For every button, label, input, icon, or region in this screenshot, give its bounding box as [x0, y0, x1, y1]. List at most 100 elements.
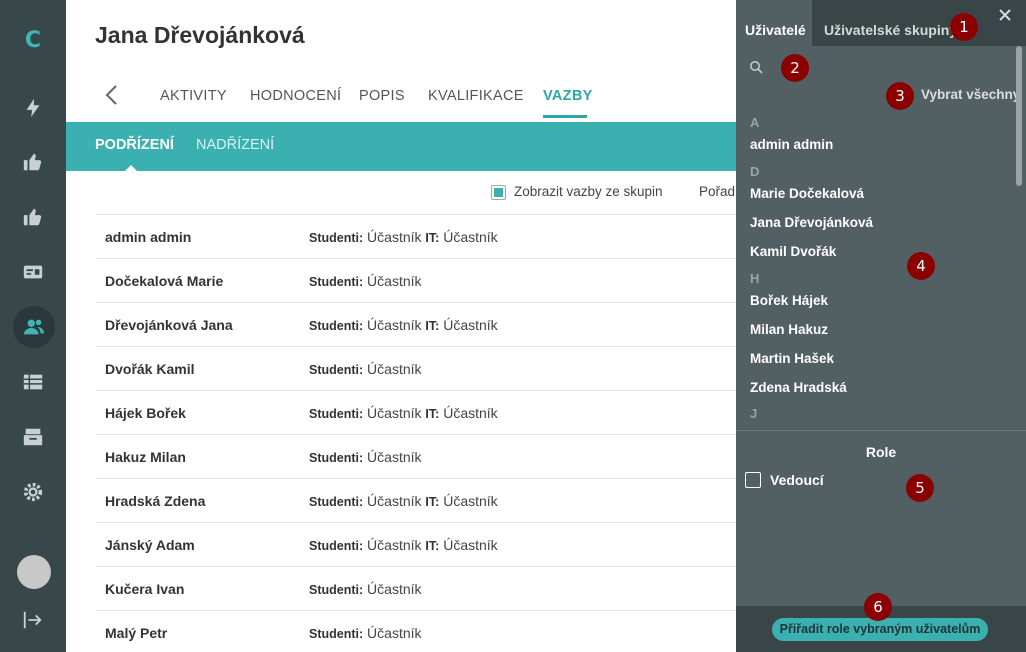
letter-heading: D: [750, 164, 760, 179]
table-row[interactable]: Dočekalová Marie Studenti: Účastník: [96, 258, 736, 302]
avatar[interactable]: [17, 555, 51, 589]
page-title: Jana Dřevojánková: [95, 22, 305, 48]
users-icon[interactable]: [13, 306, 55, 348]
subtab-podrizeni[interactable]: PODŘÍZENÍ: [95, 137, 174, 153]
id-card-icon[interactable]: [13, 252, 53, 292]
table-row[interactable]: Hakuz Milan Studenti: Účastník: [96, 434, 736, 478]
table-icon[interactable]: [13, 362, 53, 402]
table-row[interactable]: Dřevojánková Jana Studenti: Účastník IT: …: [96, 302, 736, 346]
annotation-badge: 6: [864, 593, 892, 621]
user-item[interactable]: admin admin: [750, 137, 833, 152]
row-name: admin admin: [105, 229, 192, 245]
row-name: Kučera Ivan: [105, 581, 185, 597]
row-name: Hradská Zdena: [105, 493, 206, 509]
tab-users[interactable]: Uživatelé: [736, 0, 812, 46]
role-value: Účastník: [363, 273, 422, 289]
role-group: Studenti:: [309, 319, 364, 333]
group-links-label[interactable]: Zobrazit vazby ze skupin: [514, 184, 663, 199]
row-roles: Studenti: Účastník: [309, 361, 422, 377]
user-item[interactable]: Kamil Dvořák: [750, 244, 836, 259]
role-group: IT:: [425, 231, 440, 245]
subtab-bar: PODŘÍZENÍ NADŘÍZENÍ: [66, 122, 736, 172]
role-group: Studenti:: [309, 495, 364, 509]
role-value: Účastník: [363, 493, 426, 509]
tab-vazby[interactable]: VAZBY: [543, 88, 593, 104]
annotation-badge: 1: [950, 13, 978, 41]
user-item[interactable]: Milan Hakuz: [750, 322, 828, 337]
role-label[interactable]: Vedoucí: [770, 472, 824, 488]
select-all-button[interactable]: Vybrat všechny: [921, 87, 1020, 102]
row-roles: Studenti: Účastník: [309, 273, 422, 289]
row-roles: Studenti: Účastník: [309, 625, 422, 641]
row-name: Dvořák Kamil: [105, 361, 195, 377]
row-name: Dřevojánková Jana: [105, 317, 233, 333]
order-label[interactable]: Pořad: [699, 184, 735, 199]
subtab-nadrizeni[interactable]: NADŘÍZENÍ: [196, 137, 274, 153]
row-roles: Studenti: Účastník IT: Účastník: [309, 317, 498, 333]
role-value: Účastník: [439, 493, 498, 509]
row-name: Hakuz Milan: [105, 449, 186, 465]
subtab-indicator: [124, 165, 138, 172]
role-group: Studenti:: [309, 627, 364, 641]
back-icon[interactable]: [102, 83, 122, 107]
thumbs-up-icon[interactable]: [13, 197, 53, 237]
tab-kvalifikace[interactable]: KVALIFIKACE: [428, 88, 524, 104]
row-roles: Studenti: Účastník IT: Účastník: [309, 229, 498, 245]
app-logo[interactable]: C: [0, 28, 66, 53]
user-item[interactable]: Marie Dočekalová: [750, 186, 864, 201]
role-value: Účastník: [363, 625, 422, 641]
bolt-icon[interactable]: [13, 88, 53, 128]
tab-popis[interactable]: POPIS: [359, 88, 405, 104]
user-select-panel: Uživatelé Uživatelské skupiny Vybrat vše…: [736, 0, 1026, 652]
row-roles: Studenti: Účastník IT: Účastník: [309, 405, 498, 421]
table-row[interactable]: Jánský Adam Studenti: Účastník IT: Účastn…: [96, 522, 736, 566]
annotation-badge: 5: [906, 474, 934, 502]
table-row[interactable]: Dvořák Kamil Studenti: Účastník: [96, 346, 736, 390]
gear-icon[interactable]: [13, 472, 53, 512]
role-value: Účastník: [363, 581, 422, 597]
thumbs-up-icon[interactable]: [13, 142, 53, 182]
role-value: Účastník: [439, 405, 498, 421]
panel-tab-bar: Uživatelé Uživatelské skupiny: [736, 0, 1026, 46]
role-value: Účastník: [363, 317, 426, 333]
left-rail: C: [0, 0, 66, 652]
role-value: Účastník: [439, 229, 498, 245]
active-tab-indicator: [543, 115, 587, 118]
table-row[interactable]: admin admin Studenti: Účastník IT: Účastn…: [96, 214, 736, 258]
logout-icon[interactable]: [13, 600, 53, 640]
assign-roles-button[interactable]: Přiřadit role vybraným uživatelům: [772, 618, 988, 641]
archive-icon[interactable]: [13, 417, 53, 457]
tab-hodnoceni[interactable]: HODNOCENÍ: [250, 88, 341, 104]
table-row[interactable]: Kučera Ivan Studenti: Účastník: [96, 566, 736, 610]
scrollbar[interactable]: [1016, 46, 1022, 186]
role-value: Účastník: [439, 317, 498, 333]
row-roles: Studenti: Účastník IT: Účastník: [309, 537, 498, 553]
table-row[interactable]: Malý Petr Studenti: Účastník: [96, 610, 736, 652]
filter-row: Zobrazit vazby ze skupin Pořad: [66, 182, 736, 206]
table-row[interactable]: Hradská Zdena Studenti: Účastník IT: Účas…: [96, 478, 736, 522]
tab-aktivity[interactable]: AKTIVITY: [160, 88, 227, 104]
role-group: IT:: [425, 495, 440, 509]
role-group: Studenti:: [309, 539, 364, 553]
relations-list: admin admin Studenti: Účastník IT: Účastn…: [96, 214, 736, 652]
row-roles: Studenti: Účastník IT: Účastník: [309, 493, 498, 509]
role-checkbox[interactable]: [745, 472, 761, 488]
role-group: IT:: [425, 539, 440, 553]
row-name: Malý Petr: [105, 625, 168, 641]
user-item[interactable]: Zdena Hradská: [750, 380, 847, 395]
close-icon[interactable]: [998, 8, 1012, 22]
role-group: Studenti:: [309, 451, 364, 465]
table-row[interactable]: Hájek Bořek Studenti: Účastník IT: Účastn…: [96, 390, 736, 434]
role-group: IT:: [425, 407, 440, 421]
user-item[interactable]: Bořek Hájek: [750, 293, 828, 308]
user-item[interactable]: Jana Dřevojánková: [750, 215, 873, 230]
user-item[interactable]: Martin Hašek: [750, 351, 834, 366]
group-links-checkbox[interactable]: [491, 185, 506, 200]
row-roles: Studenti: Účastník: [309, 581, 422, 597]
role-group: Studenti:: [309, 231, 364, 245]
letter-heading: H: [750, 271, 760, 286]
role-group: Studenti:: [309, 275, 364, 289]
tab-user-groups[interactable]: Uživatelské skupiny: [824, 0, 957, 46]
role-value: Účastník: [439, 537, 498, 553]
search-icon[interactable]: [749, 60, 763, 74]
